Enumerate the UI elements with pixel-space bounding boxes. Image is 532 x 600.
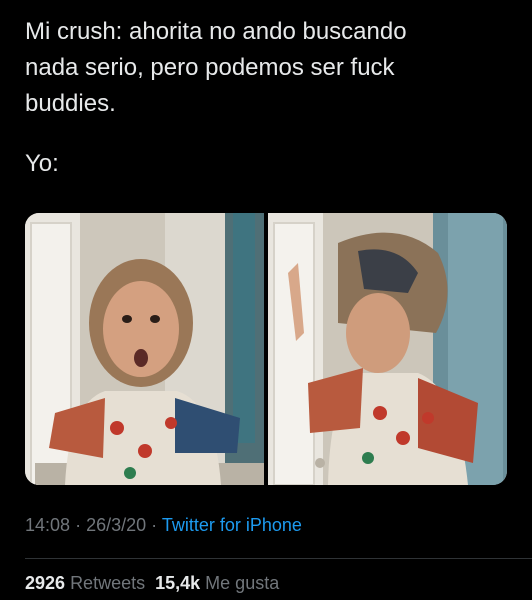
tweet-date[interactable]: 26/3/20 [86, 515, 146, 535]
tweet-time[interactable]: 14:08 [25, 515, 70, 535]
media-grid [25, 213, 507, 485]
retweets-label: Retweets [70, 573, 146, 593]
retweets-stat[interactable]: 2926 Retweets [25, 573, 145, 593]
tweet-source-link[interactable]: Twitter for iPhone [162, 515, 302, 535]
tweet-meta: 14:08 · 26/3/20 · Twitter for iPhone [25, 515, 302, 536]
tweet-photo-2[interactable] [268, 213, 507, 485]
tweet-photo-1[interactable] [25, 213, 264, 485]
likes-label: Me gusta [205, 573, 280, 593]
meta-separator: · [75, 515, 82, 535]
tweet-stats: 2926 Retweets 15,4k Me gusta [25, 573, 279, 594]
photo-woman-surprised [25, 213, 264, 485]
photo-woman-dancing [268, 213, 507, 485]
retweets-count: 2926 [25, 573, 66, 593]
tweet-text-reaction: Yo: [25, 150, 59, 177]
tweet-text: Mi crush: ahorita no ando buscando nada … [25, 18, 407, 117]
likes-stat[interactable]: 15,4k Me gusta [155, 573, 279, 593]
meta-separator-2: · [151, 515, 158, 535]
divider [25, 558, 532, 559]
likes-count: 15,4k [155, 573, 201, 593]
